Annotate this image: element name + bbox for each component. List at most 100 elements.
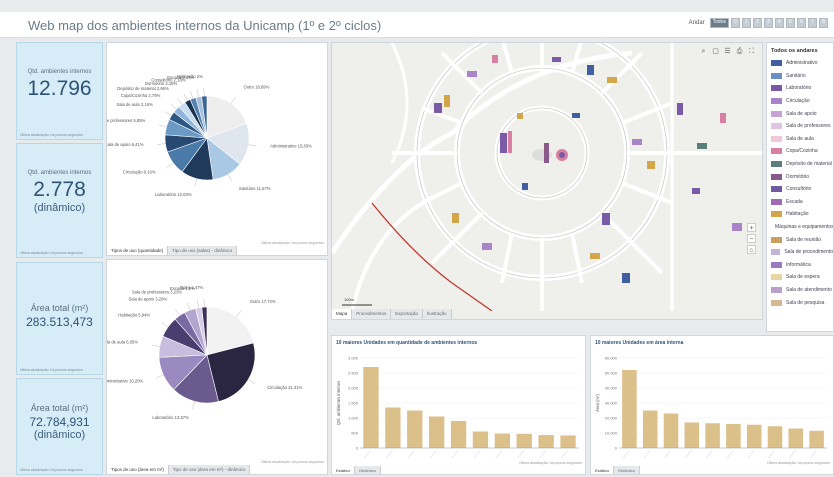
- floor-button-all[interactable]: Todos: [709, 18, 729, 28]
- tab-pie-area-dynamic[interactable]: Tipo de uso (área em m²) - dinâmico: [168, 465, 251, 474]
- tab-dynamic[interactable]: Dinâmico: [614, 466, 640, 474]
- x-tick-mark: [706, 449, 713, 459]
- pie-leader-line: [230, 96, 236, 104]
- pie-leader-line: [236, 310, 242, 318]
- bar[interactable]: [472, 431, 489, 449]
- bar[interactable]: [428, 416, 445, 449]
- fullscreen-icon[interactable]: ⛶: [747, 47, 756, 56]
- y-axis-label: Área (m²): [595, 394, 600, 412]
- kpi-label: Área total (m²): [30, 403, 89, 413]
- floor-button-1[interactable]: 1: [742, 18, 751, 28]
- tab-static[interactable]: Estático: [591, 466, 615, 474]
- pie-leader-line: [174, 308, 180, 316]
- legend-label: Laboratório: [786, 85, 812, 92]
- campus-map[interactable]: 100m: [332, 43, 763, 312]
- legend-swatch: [771, 173, 782, 180]
- bar[interactable]: [560, 435, 576, 448]
- x-tick-mark: [643, 449, 651, 459]
- legend-list: Administrativo Sanitário Laboratório Circul…: [767, 57, 833, 309]
- pie-chart-area[interactable]: Outro 17,72% Circulação 21,31% Laboratório…: [102, 260, 327, 460]
- zoom-in-button[interactable]: +: [747, 223, 756, 232]
- tab-illustration[interactable]: Ilustração: [423, 309, 452, 319]
- bar[interactable]: [726, 424, 741, 448]
- search-icon[interactable]: ⌕: [699, 47, 708, 56]
- legend-swatch: [771, 148, 782, 155]
- app-header: Web map dos ambientes internos da Unicam…: [0, 12, 834, 38]
- updated-note: Última atualização: há poucos segundos: [261, 241, 324, 245]
- legend-swatch: [771, 72, 782, 79]
- zoom-out-button[interactable]: −: [747, 234, 756, 243]
- legend-label: Sala de pesquisa: [786, 299, 825, 306]
- floor-button-6[interactable]: 6: [797, 18, 806, 28]
- bar[interactable]: [663, 413, 679, 449]
- bar-chart-quantity[interactable]: 0 500 1.000 1.500 2.000 2.500 3.000 Qtd. ambien…: [332, 346, 585, 468]
- pie-leader-line: [158, 124, 167, 128]
- legend-label: Sala de procedimento: [784, 249, 833, 256]
- legend-item: Habitação: [767, 208, 833, 221]
- legend-swatch: [771, 98, 782, 105]
- x-tick-mark: [747, 449, 755, 459]
- floor-button-2[interactable]: 2: [753, 18, 762, 28]
- floor-button-8[interactable]: 8: [819, 18, 828, 28]
- y-tick-label: 500: [351, 431, 358, 436]
- x-tick-mark: [810, 449, 817, 459]
- floor-button-0[interactable]: 0: [731, 18, 740, 28]
- home-icon[interactable]: ⌂: [747, 245, 756, 254]
- bar[interactable]: [385, 407, 401, 449]
- floor-button-7[interactable]: 7: [808, 18, 817, 28]
- floor-button-4[interactable]: 4: [775, 18, 784, 28]
- bar[interactable]: [788, 428, 804, 449]
- basemap-icon[interactable]: ▢: [711, 47, 720, 56]
- bar[interactable]: [767, 426, 783, 448]
- bar[interactable]: [450, 421, 467, 448]
- bar[interactable]: [494, 433, 511, 448]
- tab-procedures[interactable]: Procedimentos: [352, 309, 392, 319]
- scale-label: 100m: [344, 297, 355, 302]
- bar[interactable]: [363, 367, 379, 448]
- tab-pie-quantity[interactable]: Tipos de uso (quantidade): [107, 246, 169, 255]
- bar[interactable]: [746, 424, 762, 448]
- bar[interactable]: [622, 370, 637, 448]
- bar[interactable]: [538, 435, 554, 448]
- legend-label: Sala de espera: [786, 274, 820, 281]
- bar[interactable]: [809, 430, 824, 448]
- pie-slice-label: Habitação 2%: [177, 74, 203, 79]
- print-icon[interactable]: ⎙: [735, 47, 744, 56]
- tab-export[interactable]: Exportação: [391, 309, 424, 319]
- legend-swatch: [771, 299, 782, 306]
- floor-label: Andar: [688, 20, 705, 26]
- bar[interactable]: [516, 433, 532, 448]
- bar[interactable]: [642, 410, 658, 449]
- legend-swatch: [771, 198, 782, 205]
- tab-static[interactable]: Estático: [332, 466, 356, 474]
- map-panel[interactable]: 100m ⌕ ▢ ☰ ⎙ ⛶ + − ⌂ Mapa Procedimentos …: [331, 42, 763, 320]
- tab-pie-area[interactable]: Tipos de uso (área em m²): [107, 465, 169, 474]
- floor-button-3[interactable]: 3: [764, 18, 773, 28]
- pie-chart-quantity[interactable]: Outro 18,69% Administrativo 15,83% Sanitár…: [95, 43, 327, 243]
- bar[interactable]: [684, 422, 700, 449]
- tab-map[interactable]: Mapa: [332, 309, 353, 319]
- x-tick-mark: [685, 449, 692, 459]
- tab-dynamic[interactable]: Dinâmico: [355, 466, 381, 474]
- kpi-footer: Última atualização: há poucos segundos: [20, 368, 83, 372]
- pie-leader-line: [166, 162, 174, 168]
- tab-pie-quantity-dynamic[interactable]: Tipo de uso (salas) - dinâmico: [168, 246, 238, 255]
- bar[interactable]: [407, 410, 423, 449]
- x-tick-mark: [451, 449, 459, 459]
- bar-chart-area[interactable]: 0 10.000 20.000 30.000 40.000 50.000 60.000 Áre…: [591, 346, 833, 468]
- pie-slice-label: Laboratório 13,57%: [152, 415, 189, 420]
- bar-panel-area: 10 maiores Unidades em área interna 0 10.…: [590, 335, 834, 475]
- x-tick-mark: [727, 449, 734, 459]
- bar[interactable]: [705, 423, 720, 448]
- floor-button-5[interactable]: 5: [786, 18, 795, 28]
- layers-icon[interactable]: ☰: [723, 47, 732, 56]
- kpi-value: 72.784,931: [29, 415, 90, 429]
- kpi-label: Área total (m²): [30, 303, 89, 313]
- legend-label: Sala de apoio: [786, 110, 817, 117]
- pie-slice-label: Outro 18,69%: [244, 85, 270, 90]
- pie-leader-line: [155, 374, 164, 379]
- pie-slice-label: Depósito de material 2,66%: [117, 86, 169, 91]
- pie-leader-line: [248, 144, 257, 147]
- pie-leader-line: [170, 103, 177, 110]
- legend-item: Sala de atendimento: [767, 284, 833, 297]
